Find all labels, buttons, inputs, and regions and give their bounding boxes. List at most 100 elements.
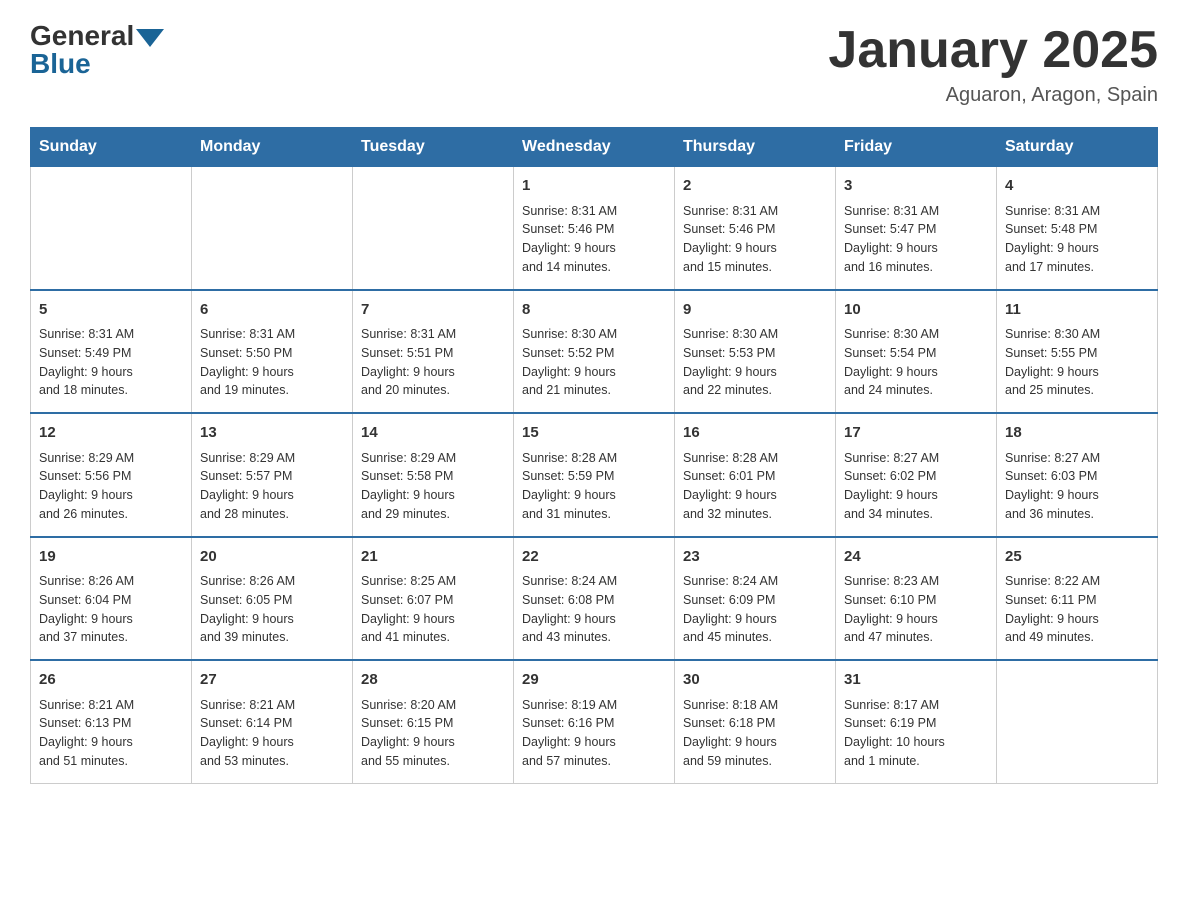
day-info: Sunrise: 8:19 AM Sunset: 6:16 PM Dayligh… [522,696,666,771]
day-info: Sunrise: 8:20 AM Sunset: 6:15 PM Dayligh… [361,696,505,771]
calendar-day-cell: 5 Sunrise: 8:31 AM Sunset: 5:49 PM Daylig… [31,290,192,414]
calendar-day-cell: 27 Sunrise: 8:21 AM Sunset: 6:14 PM Dayli… [192,660,353,783]
day-info: Sunrise: 8:17 AM Sunset: 6:19 PM Dayligh… [844,696,988,771]
calendar-week-row: 19 Sunrise: 8:26 AM Sunset: 6:04 PM Dayli… [31,537,1158,661]
calendar-day-cell: 25 Sunrise: 8:22 AM Sunset: 6:11 PM Dayli… [997,537,1158,661]
day-info: Sunrise: 8:31 AM Sunset: 5:46 PM Dayligh… [683,202,827,277]
day-number: 21 [361,546,505,569]
day-number: 7 [361,299,505,322]
calendar-day-cell: 3 Sunrise: 8:31 AM Sunset: 5:47 PM Daylig… [836,167,997,290]
day-number: 9 [683,299,827,322]
day-info: Sunrise: 8:22 AM Sunset: 6:11 PM Dayligh… [1005,572,1149,647]
day-info: Sunrise: 8:28 AM Sunset: 5:59 PM Dayligh… [522,449,666,524]
calendar-day-cell: 21 Sunrise: 8:25 AM Sunset: 6:07 PM Dayli… [353,537,514,661]
calendar-day-cell: 30Sunrise: 8:18 AM Sunset: 6:18 PM Dayli… [675,660,836,783]
day-number: 18 [1005,422,1149,445]
day-info: Sunrise: 8:28 AM Sunset: 6:01 PM Dayligh… [683,449,827,524]
weekday-header: Saturday [997,128,1158,167]
day-info: Sunrise: 8:25 AM Sunset: 6:07 PM Dayligh… [361,572,505,647]
day-number: 23 [683,546,827,569]
logo-blue-text: Blue [30,48,164,80]
calendar-day-cell: 16 Sunrise: 8:28 AM Sunset: 6:01 PM Dayli… [675,413,836,537]
weekday-header: Tuesday [353,128,514,167]
calendar-day-cell: 10Sunrise: 8:30 AM Sunset: 5:54 PM Dayli… [836,290,997,414]
weekday-header: Friday [836,128,997,167]
weekday-header: Thursday [675,128,836,167]
calendar-day-cell: 28 Sunrise: 8:20 AM Sunset: 6:15 PM Dayli… [353,660,514,783]
day-number: 29 [522,669,666,692]
calendar-day-cell: 8 Sunrise: 8:30 AM Sunset: 5:52 PM Daylig… [514,290,675,414]
calendar-day-cell: 20Sunrise: 8:26 AM Sunset: 6:05 PM Dayli… [192,537,353,661]
day-info: Sunrise: 8:31 AM Sunset: 5:47 PM Dayligh… [844,202,988,277]
day-info: Sunrise: 8:31 AM Sunset: 5:48 PM Dayligh… [1005,202,1149,277]
calendar-day-cell: 6 Sunrise: 8:31 AM Sunset: 5:50 PM Daylig… [192,290,353,414]
day-number: 12 [39,422,183,445]
calendar-week-row: 26 Sunrise: 8:21 AM Sunset: 6:13 PM Dayli… [31,660,1158,783]
day-number: 13 [200,422,344,445]
logo-arrow-icon [136,29,164,47]
day-number: 16 [683,422,827,445]
day-info: Sunrise: 8:21 AM Sunset: 6:13 PM Dayligh… [39,696,183,771]
calendar-title: January 2025 [828,20,1158,80]
day-info: Sunrise: 8:31 AM Sunset: 5:51 PM Dayligh… [361,325,505,400]
day-number: 31 [844,669,988,692]
day-number: 20 [200,546,344,569]
day-info: Sunrise: 8:23 AM Sunset: 6:10 PM Dayligh… [844,572,988,647]
day-info: Sunrise: 8:29 AM Sunset: 5:57 PM Dayligh… [200,449,344,524]
calendar-week-row: 5 Sunrise: 8:31 AM Sunset: 5:49 PM Daylig… [31,290,1158,414]
day-info: Sunrise: 8:29 AM Sunset: 5:58 PM Dayligh… [361,449,505,524]
day-number: 22 [522,546,666,569]
calendar-day-cell: 2Sunrise: 8:31 AM Sunset: 5:46 PM Daylig… [675,167,836,290]
calendar-day-cell: 12 Sunrise: 8:29 AM Sunset: 5:56 PM Dayli… [31,413,192,537]
calendar-day-cell: 7 Sunrise: 8:31 AM Sunset: 5:51 PM Daylig… [353,290,514,414]
day-number: 5 [39,299,183,322]
calendar-day-cell [997,660,1158,783]
day-number: 19 [39,546,183,569]
day-number: 26 [39,669,183,692]
page-header: General Blue January 2025 Aguaron, Arago… [30,20,1158,107]
day-info: Sunrise: 8:27 AM Sunset: 6:03 PM Dayligh… [1005,449,1149,524]
day-number: 27 [200,669,344,692]
day-info: Sunrise: 8:30 AM Sunset: 5:52 PM Dayligh… [522,325,666,400]
day-number: 8 [522,299,666,322]
day-number: 17 [844,422,988,445]
calendar-day-cell: 4 Sunrise: 8:31 AM Sunset: 5:48 PM Daylig… [997,167,1158,290]
calendar-day-cell: 29 Sunrise: 8:19 AM Sunset: 6:16 PM Dayli… [514,660,675,783]
calendar-day-cell: 18 Sunrise: 8:27 AM Sunset: 6:03 PM Dayli… [997,413,1158,537]
calendar-day-cell: 24 Sunrise: 8:23 AM Sunset: 6:10 PM Dayli… [836,537,997,661]
day-number: 24 [844,546,988,569]
calendar-table: SundayMondayTuesdayWednesdayThursdayFrid… [30,127,1158,784]
day-number: 4 [1005,175,1149,198]
day-number: 28 [361,669,505,692]
day-info: Sunrise: 8:24 AM Sunset: 6:09 PM Dayligh… [683,572,827,647]
calendar-day-cell [31,167,192,290]
calendar-day-cell: 23 Sunrise: 8:24 AM Sunset: 6:09 PM Dayli… [675,537,836,661]
weekday-header: Sunday [31,128,192,167]
day-info: Sunrise: 8:31 AM Sunset: 5:46 PM Dayligh… [522,202,666,277]
title-block: January 2025 Aguaron, Aragon, Spain [828,20,1158,107]
day-info: Sunrise: 8:21 AM Sunset: 6:14 PM Dayligh… [200,696,344,771]
day-info: Sunrise: 8:24 AM Sunset: 6:08 PM Dayligh… [522,572,666,647]
calendar-day-cell: 14 Sunrise: 8:29 AM Sunset: 5:58 PM Dayli… [353,413,514,537]
day-number: 11 [1005,299,1149,322]
day-info: Sunrise: 8:30 AM Sunset: 5:55 PM Dayligh… [1005,325,1149,400]
day-number: 15 [522,422,666,445]
day-number: 30 [683,669,827,692]
day-info: Sunrise: 8:26 AM Sunset: 6:04 PM Dayligh… [39,572,183,647]
day-number: 3 [844,175,988,198]
logo: General Blue [30,20,164,80]
day-number: 14 [361,422,505,445]
day-info: Sunrise: 8:31 AM Sunset: 5:49 PM Dayligh… [39,325,183,400]
weekday-header: Wednesday [514,128,675,167]
day-info: Sunrise: 8:29 AM Sunset: 5:56 PM Dayligh… [39,449,183,524]
calendar-day-cell: 15 Sunrise: 8:28 AM Sunset: 5:59 PM Dayli… [514,413,675,537]
calendar-day-cell [192,167,353,290]
calendar-day-cell: 22 Sunrise: 8:24 AM Sunset: 6:08 PM Dayli… [514,537,675,661]
day-number: 25 [1005,546,1149,569]
calendar-day-cell: 11 Sunrise: 8:30 AM Sunset: 5:55 PM Dayli… [997,290,1158,414]
calendar-day-cell: 1Sunrise: 8:31 AM Sunset: 5:46 PM Daylig… [514,167,675,290]
day-number: 6 [200,299,344,322]
day-info: Sunrise: 8:27 AM Sunset: 6:02 PM Dayligh… [844,449,988,524]
weekday-header: Monday [192,128,353,167]
day-info: Sunrise: 8:31 AM Sunset: 5:50 PM Dayligh… [200,325,344,400]
